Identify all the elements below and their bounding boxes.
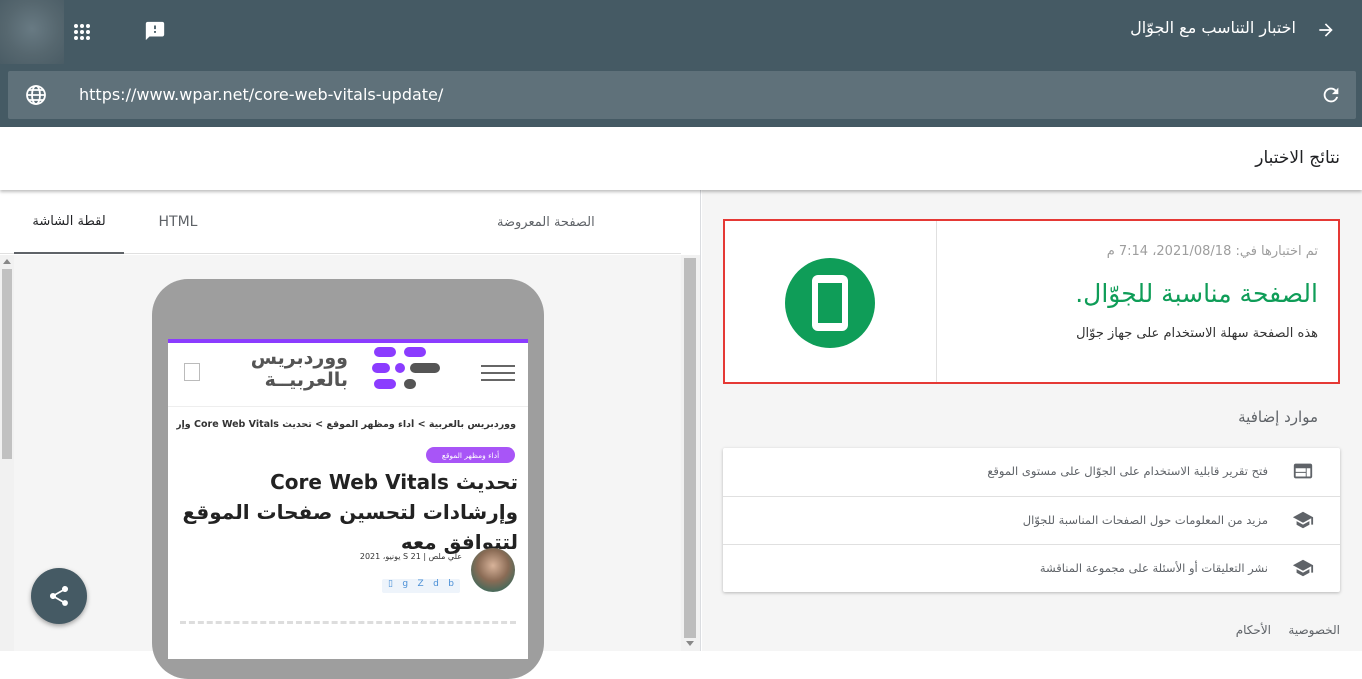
resources-list: فتح تقرير قابلية الاستخدام على الجوّال ع… (723, 448, 1340, 592)
apps-grid-icon[interactable] (70, 20, 94, 44)
site-logo-mark-icon (372, 347, 440, 389)
school-icon (1292, 557, 1314, 579)
preview-scrollbar-left[interactable] (0, 255, 14, 651)
hamburger-menu-icon (481, 365, 515, 383)
social-icon: Z (417, 579, 424, 589)
result-headline: الصفحة مناسبة للجوّال. (1075, 279, 1318, 308)
author-avatar (471, 548, 515, 592)
resource-item-label: فتح تقرير قابلية الاستخدام على الجوّال ع… (987, 464, 1268, 478)
divider (936, 221, 937, 382)
category-badge: أداء ومظهر الموقع (426, 447, 515, 463)
result-card: تم اختبارها في: 2021/08/18، 7:14 م الصفح… (723, 219, 1340, 384)
tab-html[interactable]: HTML (136, 190, 220, 254)
scrollbar-thumb[interactable] (684, 258, 696, 638)
placeholder-square-icon (184, 363, 200, 381)
school-icon (1292, 509, 1314, 531)
web-report-icon (1292, 460, 1314, 482)
social-icon: g (402, 579, 409, 589)
social-icon: d (433, 579, 439, 589)
test-timestamp: تم اختبارها في: 2021/08/18، 7:14 م (1106, 244, 1318, 259)
account-avatar[interactable] (0, 0, 64, 64)
privacy-link[interactable]: الخصوصية (1288, 623, 1340, 637)
page-title: اختبار التناسب مع الجوّال (1130, 18, 1296, 37)
resource-item-label: نشر التعليقات أو الأسئلة على مجموعة المن… (1039, 561, 1268, 575)
author-meta: علي ملص | S 21 يونيو، 2021 (359, 552, 462, 561)
top-app-bar: اختبار التناسب مع الجوّال https://www.wp… (0, 0, 1362, 127)
terms-link[interactable]: الأحكام (1236, 623, 1271, 637)
resource-item-learn-more[interactable]: مزيد من المعلومات حول الصفحات المناسبة ل… (723, 496, 1340, 544)
reload-icon[interactable] (1320, 84, 1342, 106)
scrollbar-thumb[interactable] (2, 269, 12, 459)
share-icon (49, 585, 69, 606)
result-description: هذه الصفحة سهلة الاستخدام على جهاز جوّال (1076, 326, 1318, 341)
tab-screenshot[interactable]: لقطة الشاشة (14, 190, 124, 254)
feedback-icon[interactable] (143, 19, 167, 43)
tab-rendered-page[interactable]: الصفحة المعروضة (497, 190, 657, 254)
resource-item-discussion-group[interactable]: نشر التعليقات أو الأسئلة على مجموعة المن… (723, 544, 1340, 592)
preview-tabs: الصفحة المعروضة HTML لقطة الشاشة (0, 190, 681, 254)
share-button[interactable] (31, 568, 87, 624)
breadcrumb: ووردبريس بالعربية > أداء ومظهر الموقع > … (176, 419, 516, 430)
site-header: ووردبريس بالعربيــة (168, 343, 528, 407)
social-share-row: ▯ g Z d b (382, 579, 460, 593)
back-arrow-icon[interactable] (1314, 18, 1338, 42)
resource-item-usability-report[interactable]: فتح تقرير قابلية الاستخدام على الجوّال ع… (723, 448, 1340, 496)
resource-item-label: مزيد من المعلومات حول الصفحات المناسبة ل… (1022, 513, 1268, 527)
phone-screenshot: ووردبريس بالعربيــة ووردبريس بالعربية > … (168, 339, 528, 659)
resources-heading: موارد إضافية (1238, 408, 1318, 426)
social-icon: ▯ (388, 579, 393, 589)
preview-scrollbar-right[interactable] (681, 255, 700, 651)
scroll-down-arrow-icon[interactable] (686, 641, 694, 646)
url-input[interactable]: https://www.wpar.net/core-web-vitals-upd… (79, 85, 443, 104)
divider (180, 621, 516, 624)
results-title: نتائج الاختبار (1255, 148, 1340, 168)
mobile-friendly-icon (785, 258, 875, 348)
globe-icon (24, 83, 48, 107)
url-bar: https://www.wpar.net/core-web-vitals-upd… (8, 71, 1356, 119)
scroll-up-arrow-icon[interactable] (3, 259, 11, 264)
article-title: تحديث Core Web Vitals وإرشادات لتحسين صف… (182, 470, 519, 554)
social-icon: b (448, 579, 454, 589)
results-header: نتائج الاختبار (0, 127, 1362, 190)
site-logo-text: ووردبريس بالعربيــة (250, 347, 348, 391)
